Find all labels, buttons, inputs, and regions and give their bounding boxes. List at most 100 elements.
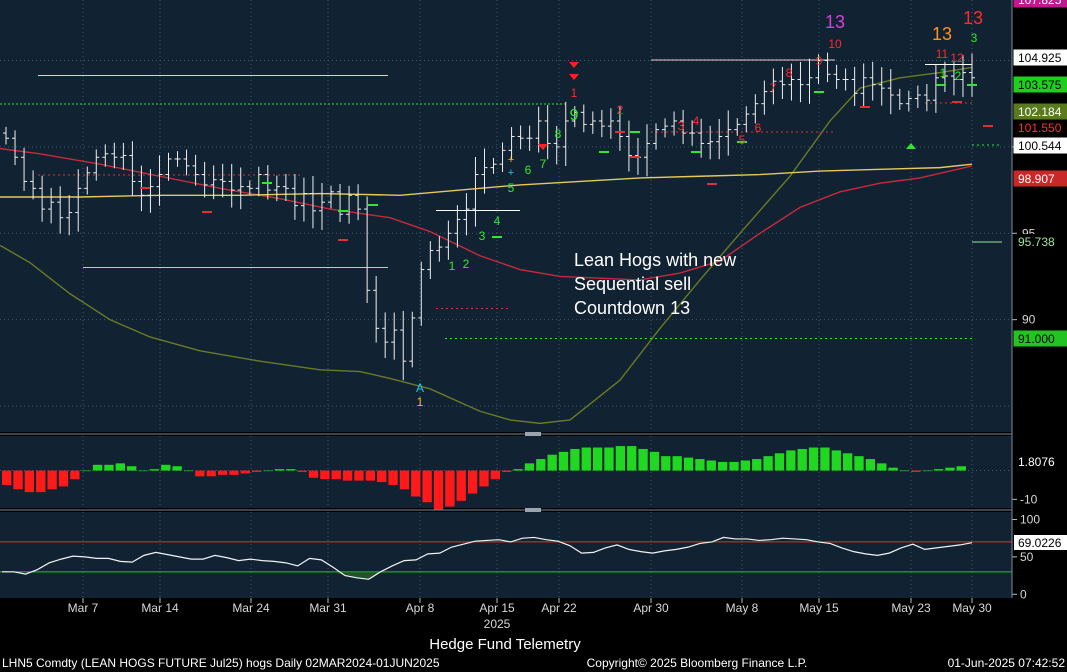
sequential-count-label: 1 xyxy=(417,395,424,409)
histogram-bar xyxy=(411,470,421,497)
signal-plus-marker: + xyxy=(508,154,514,166)
sequential-count-label: 4 xyxy=(494,214,501,228)
sequential-count-label: 5 xyxy=(739,133,746,147)
histogram-bar xyxy=(695,459,705,471)
sequential-count-label: 1 xyxy=(940,66,947,80)
histogram-bar xyxy=(342,470,353,481)
date-tick-label: May 15 xyxy=(799,601,839,615)
sequential-count-label: 12 xyxy=(950,51,964,65)
date-tick-label: Apr 30 xyxy=(633,601,669,615)
histogram-bar xyxy=(331,470,341,480)
histogram-bar xyxy=(717,461,728,471)
histogram-bar xyxy=(422,470,432,503)
sequential-count-label: 8 xyxy=(786,66,793,80)
histogram-bar xyxy=(115,463,125,471)
chart-svg: 9095100Mar 7Mar 14Mar 24Mar 31Apr 8Apr 1… xyxy=(0,0,1067,670)
histogram-bar xyxy=(161,464,171,471)
sequential-count-label: 7 xyxy=(770,81,777,95)
histogram-bar xyxy=(229,470,239,475)
sequential-count-label: 13 xyxy=(963,8,983,28)
histogram-bar xyxy=(581,447,591,471)
histogram-bar xyxy=(945,467,955,471)
histogram-bar xyxy=(240,470,250,474)
value-label-text: 95.738 xyxy=(1018,235,1055,249)
sequential-count-label: 9 xyxy=(816,54,823,68)
value-label-text: 91.000 xyxy=(1018,332,1055,346)
histogram-bar xyxy=(570,448,580,471)
value-label-text: 98.907 xyxy=(1018,172,1055,186)
histogram-bar xyxy=(274,469,285,471)
histogram-bar xyxy=(365,470,375,481)
panel-resize-handle xyxy=(525,508,541,512)
footer-right-text: 01-Jun-2025 07:42:52 xyxy=(948,656,1066,670)
histogram-bar xyxy=(604,447,614,471)
date-tick-label: Mar 24 xyxy=(232,601,270,615)
date-tick-label: May 23 xyxy=(891,601,931,615)
panel-bg-3 xyxy=(0,512,1012,598)
histogram-bar xyxy=(558,451,569,471)
annotation-text: Sequential sell xyxy=(574,274,691,294)
histogram-bar xyxy=(286,469,296,471)
histogram-bar xyxy=(831,450,841,471)
histogram-bar xyxy=(683,457,694,471)
histogram-bar xyxy=(433,470,444,510)
histogram-bar xyxy=(706,460,716,471)
sequential-count-label: 2 xyxy=(617,103,624,117)
histogram-bar xyxy=(297,470,307,472)
sequential-count-label: 9 xyxy=(570,107,579,124)
histogram-bar xyxy=(888,467,898,471)
histogram-bar xyxy=(638,448,648,471)
histogram-bar xyxy=(92,464,103,471)
histogram-bar xyxy=(308,470,319,478)
histogram-bar xyxy=(786,450,796,471)
histogram-bar xyxy=(627,446,637,471)
histogram-bar xyxy=(104,464,114,471)
histogram-bar xyxy=(2,470,12,485)
histogram-bar xyxy=(58,470,69,487)
sequential-count-label: 3 xyxy=(971,31,978,45)
histogram-bar xyxy=(320,470,330,480)
histogram-bar xyxy=(252,470,262,472)
histogram-bar xyxy=(149,469,160,471)
panel-bg-1 xyxy=(0,0,1012,432)
histogram-bar xyxy=(763,456,773,471)
sequential-count-label: 2 xyxy=(955,69,962,83)
histogram-bar xyxy=(47,470,57,490)
histogram-bar xyxy=(127,466,137,471)
histogram-bar xyxy=(24,470,35,493)
histogram-bar xyxy=(672,456,682,471)
histogram-bar xyxy=(808,447,819,471)
histogram-bar xyxy=(217,470,228,475)
oscillator-tick-label: 50 xyxy=(1020,550,1034,564)
histogram-bar xyxy=(911,470,921,472)
date-tick-label: May 8 xyxy=(726,601,759,615)
histogram-bar xyxy=(729,461,739,471)
sequential-count-label: 6 xyxy=(525,163,532,177)
sequential-count-label: 8 xyxy=(555,127,562,141)
value-label-text: 101.550 xyxy=(1018,121,1062,135)
signal-plus-marker: + xyxy=(508,167,514,179)
histogram-value-label: 1.8076 xyxy=(1018,455,1055,469)
histogram-bar xyxy=(388,470,398,485)
histogram-bar xyxy=(877,463,887,471)
sequential-count-label: A xyxy=(416,381,424,395)
year-label: 2025 xyxy=(484,617,511,631)
oscillator-tick-label: 0 xyxy=(1020,587,1027,601)
value-label-text: 103.575 xyxy=(1018,78,1062,92)
histogram-bar xyxy=(536,459,546,471)
histogram-bar xyxy=(377,470,387,483)
date-tick-label: May 30 xyxy=(952,601,992,615)
histogram-bar xyxy=(456,470,466,501)
histogram-bar xyxy=(502,470,512,472)
histogram-bar xyxy=(263,470,273,472)
date-tick-label: Mar 7 xyxy=(68,601,99,615)
sequential-count-label: 7 xyxy=(540,157,547,171)
histogram-bar xyxy=(524,463,535,471)
oscillator-value-label: 69.0226 xyxy=(1018,536,1062,550)
histogram-bar xyxy=(172,466,182,471)
histogram-bar xyxy=(820,447,830,471)
histogram-bar xyxy=(956,466,966,471)
value-label-text: 102.184 xyxy=(1018,105,1062,119)
value-label-text: 104.925 xyxy=(1018,51,1062,65)
annotation-text: Lean Hogs with new xyxy=(574,250,737,270)
